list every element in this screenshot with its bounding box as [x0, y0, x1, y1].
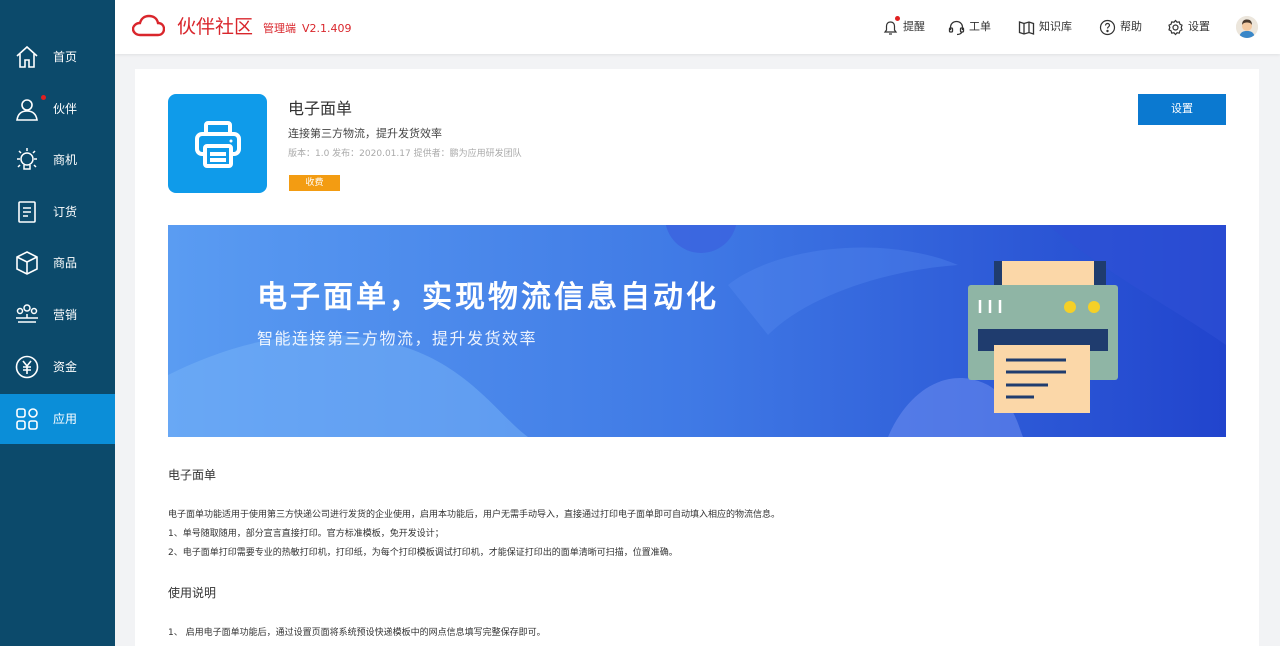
top-bar: 伙伴社区 管理端 V2.1.409 提醒 工单 知识库 帮助 设置: [115, 0, 1280, 54]
notification-dot: [41, 95, 46, 100]
app-title: 电子面单: [288, 99, 353, 118]
section-title-usage: 使用说明: [168, 586, 217, 600]
paragraph: 电子面单功能适用于使用第三方快递公司进行发货的企业使用，启用本功能后，用户无需手…: [168, 510, 781, 520]
knowledge-base-button[interactable]: 知识库: [1018, 17, 1072, 37]
printer-icon: [194, 120, 241, 168]
sidebar-item-label: 伙伴: [53, 102, 78, 116]
headset-icon: [948, 20, 965, 35]
sidebar: 首页 伙伴 商机 订货 商品 营销 资金 应用: [0, 0, 115, 646]
sidebar-item-marketing[interactable]: 营销: [0, 290, 115, 340]
notification-dot: [895, 16, 900, 21]
sidebar-item-label: 营销: [53, 308, 78, 322]
paragraph: 2、电子面单打印需要专业的热敏打印机，打印纸，为每个打印模板调试打印机，才能保证…: [168, 548, 678, 558]
sidebar-item-orders[interactable]: 订货: [0, 187, 115, 237]
cloud-logo-icon: [132, 14, 165, 37]
bell-icon: [883, 20, 898, 35]
yuan-icon: [15, 355, 39, 379]
sidebar-item-opportunities[interactable]: 商机: [0, 135, 115, 185]
app-icon: [168, 94, 267, 193]
cube-icon: [16, 251, 38, 275]
sidebar-item-label: 首页: [53, 50, 78, 64]
book-icon: [1018, 20, 1035, 35]
settings-button[interactable]: 设置: [1138, 94, 1226, 125]
sidebar-item-apps[interactable]: 应用: [0, 394, 115, 444]
ticket-label: 工单: [969, 20, 991, 33]
gear-icon: [1168, 19, 1183, 35]
version-label: V2.1.409: [302, 22, 352, 35]
lightbulb-icon: [17, 148, 37, 170]
banner-subtitle: 智能连接第三方物流，提升发货效率: [257, 329, 538, 348]
brand-name: 伙伴社区: [177, 16, 254, 38]
order-icon: [18, 201, 36, 223]
avatar-image: [1236, 16, 1258, 38]
sidebar-item-label: 商品: [53, 256, 78, 270]
home-icon: [16, 45, 38, 68]
paragraph: 1、单号随取随用，部分宣言直接打印。官方标准模板，免开发设计；: [168, 529, 444, 539]
section-title-overview: 电子面单: [168, 468, 217, 482]
pricing-badge: 收费: [289, 175, 340, 191]
banner-title: 电子面单，实现物流信息自动化: [257, 280, 719, 315]
user-avatar[interactable]: [1236, 16, 1258, 38]
marketing-icon: [16, 304, 38, 323]
help-icon: [1099, 19, 1116, 35]
promo-banner: 电子面单，实现物流信息自动化 智能连接第三方物流，提升发货效率: [168, 225, 1226, 437]
app-meta: 版本：1.0 发布：2020.01.17 提供者：鹏为应用研发团队: [288, 149, 522, 159]
app-detail-card: 电子面单 连接第三方物流，提升发货效率 版本：1.0 发布：2020.01.17…: [135, 69, 1259, 646]
help-label: 帮助: [1120, 20, 1142, 33]
sidebar-item-label: 应用: [53, 412, 78, 426]
settings-menu-label: 设置: [1188, 20, 1210, 33]
settings-menu-button[interactable]: 设置: [1167, 17, 1210, 37]
sidebar-item-funds[interactable]: 资金: [0, 342, 115, 392]
paragraph: 1、 启用电子面单功能后，通过设置页面将系统预设快递模板中的网点信息填写完整保存…: [168, 628, 546, 638]
user-icon: [16, 99, 38, 121]
app-description: 连接第三方物流，提升发货效率: [288, 127, 442, 140]
ticket-button[interactable]: 工单: [948, 17, 991, 37]
brand-subtitle: 管理端: [263, 22, 296, 35]
apps-icon: [16, 408, 38, 430]
help-button[interactable]: 帮助: [1099, 17, 1142, 37]
reminder-button[interactable]: 提醒: [882, 16, 925, 37]
sidebar-item-label: 资金: [53, 360, 78, 374]
sidebar-item-products[interactable]: 商品: [0, 238, 115, 288]
sidebar-item-label: 订货: [53, 205, 78, 219]
sidebar-item-partners[interactable]: 伙伴: [0, 84, 115, 134]
sidebar-item-home[interactable]: 首页: [0, 32, 115, 82]
sidebar-item-label: 商机: [53, 153, 78, 167]
knowledge-base-label: 知识库: [1039, 20, 1072, 33]
reminder-label: 提醒: [903, 20, 925, 33]
